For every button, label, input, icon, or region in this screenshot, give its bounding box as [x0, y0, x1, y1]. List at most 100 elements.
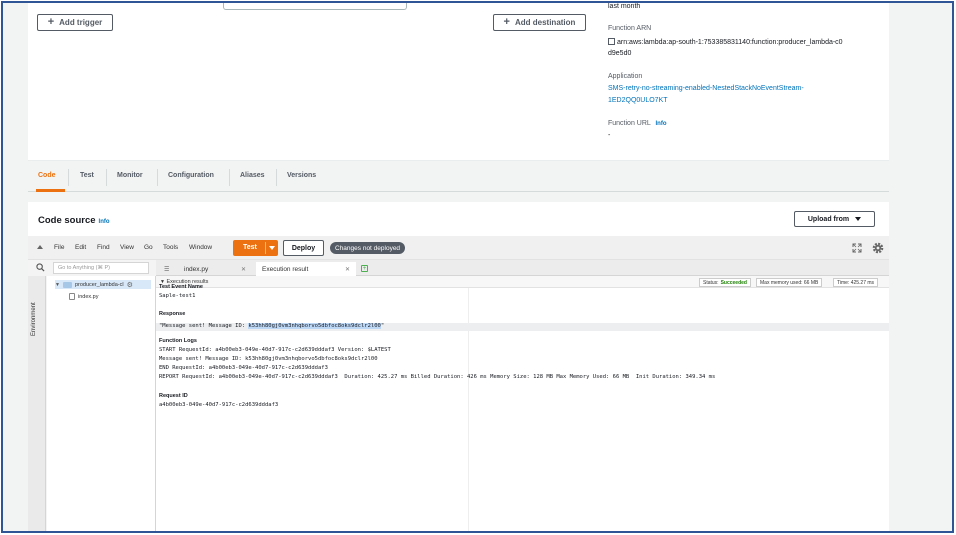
test-button[interactable]: Test [233, 240, 278, 256]
editor-tab-bar: ☰ index.py ✕ Execution result ✕ + [156, 260, 889, 276]
request-id-value: a4b00eb3-049e-40d7-917c-c2d639dddaf3 [159, 402, 279, 408]
close-icon[interactable]: ✕ [345, 266, 350, 273]
menu-window[interactable]: Window [189, 244, 212, 251]
new-tab-icon[interactable]: + [361, 265, 368, 272]
caret-down-icon[interactable] [269, 246, 275, 250]
copy-icon[interactable] [608, 38, 615, 45]
function-url-value: - [608, 132, 611, 139]
tab-test[interactable]: Test [80, 172, 94, 179]
response-prefix: "Message sent! Message ID: [159, 323, 249, 329]
log-line: START RequestId: a4b00eb3-049e-40d7-917c… [159, 347, 391, 353]
application-link-line2[interactable]: 1ED2QQ0ULO7KT [608, 97, 668, 104]
close-icon[interactable]: ✕ [241, 266, 246, 273]
menu-go[interactable]: Go [144, 244, 153, 251]
tab-code[interactable]: Code [38, 172, 56, 179]
execution-results-pane: ▼ Execution results Status: Succeeded Max… [156, 276, 889, 531]
function-overview: + Add trigger + Add destination last mon… [28, 3, 889, 161]
menu-find[interactable]: Find [97, 244, 110, 251]
fullscreen-icon[interactable] [852, 243, 862, 253]
last-modified-value: last month [608, 3, 641, 10]
request-id-label: Request ID [159, 393, 188, 399]
environment-sidebar-toggle[interactable]: Environment [28, 276, 46, 531]
code-source-title: Code source Info [38, 215, 110, 226]
goto-anything-bar: Go to Anything (⌘ P) [28, 260, 156, 276]
memory-badge: Max memory used: 66 MB [756, 278, 823, 287]
tree-folder-label: producer_lambda-cl [74, 281, 124, 288]
tab-aliases[interactable]: Aliases [240, 172, 265, 179]
tree-file-label: index.py [78, 293, 99, 300]
status-label: Status: [703, 279, 719, 286]
function-diagram-box [223, 3, 407, 10]
function-arn-line2: d9e5d0 [608, 50, 632, 57]
function-logs-label: Function Logs [159, 338, 197, 344]
editor-tab-execution-result[interactable]: Execution result ✕ [256, 262, 356, 276]
menu-file[interactable]: File [54, 244, 64, 251]
tab-menu-button[interactable]: ☰ [158, 262, 175, 276]
goto-anything-placeholder: Go to Anything (⌘ P) [58, 265, 110, 271]
function-url-info-link[interactable]: Info [656, 121, 667, 127]
upload-from-button[interactable]: Upload from [794, 211, 875, 227]
log-line: END RequestId: a4b00eb3-049e-40d7-917c-c… [159, 365, 328, 371]
time-badge: Time: 425.27 ms [833, 278, 879, 287]
tab-divider [106, 169, 107, 186]
test-label: Test [243, 244, 257, 251]
function-arn-label: Function ARN [608, 25, 652, 32]
add-trigger-button[interactable]: + Add trigger [37, 14, 113, 31]
function-url-text: Function URL [608, 120, 651, 127]
function-arn-line1: arn:aws:lambda:ap-south-1:753385831140:f… [617, 39, 843, 46]
plus-icon: + [503, 16, 510, 28]
function-tabs: Code Test Monitor Configuration Aliases … [28, 161, 889, 192]
active-tab-indicator [36, 189, 65, 192]
upload-from-label: Upload from [807, 215, 850, 223]
split-divider [265, 242, 266, 254]
folder-icon [62, 281, 72, 288]
menu-tools[interactable]: Tools [163, 244, 178, 251]
tab-divider [157, 169, 158, 186]
execution-results-header: ▼ Execution results Status: Succeeded Max… [156, 276, 889, 288]
status-badge: Status: Succeeded [699, 278, 751, 287]
add-destination-label: Add destination [514, 18, 576, 27]
changes-not-deployed-badge: Changes not deployed [330, 242, 406, 254]
tab-versions[interactable]: Versions [287, 172, 316, 179]
function-url-label: Function URL Info [608, 120, 667, 127]
gear-icon[interactable]: ⚙ [127, 281, 133, 289]
response-message-id: k53hh80gj0vm3nhqborvo5dbfoc8oks9dclr2l00 [248, 323, 381, 329]
tab-divider [229, 169, 230, 186]
response-suffix: " [380, 323, 385, 329]
log-line: REPORT RequestId: a4b00eb3-049e-40d7-917… [159, 374, 716, 380]
search-icon [36, 263, 45, 272]
expand-triangle-icon[interactable]: ▼ [55, 282, 60, 288]
application-link-line1[interactable]: SMS-retry-no-streaming-enabled-NestedSta… [608, 85, 804, 92]
test-event-name-value: Saple-test1 [159, 293, 196, 299]
python-file-icon [69, 293, 75, 300]
menu-view[interactable]: View [120, 244, 134, 251]
add-trigger-label: Add trigger [59, 18, 103, 27]
code-source-info-link[interactable]: Info [99, 219, 110, 225]
list-icon: ☰ [164, 266, 170, 273]
editor-tab-label: Execution result [262, 265, 309, 273]
add-destination-button[interactable]: + Add destination [493, 14, 586, 31]
tab-monitor[interactable]: Monitor [117, 172, 143, 179]
function-arn-value: arn:aws:lambda:ap-south-1:753385831140:f… [608, 38, 843, 46]
goto-anything-input[interactable]: Go to Anything (⌘ P) [53, 262, 149, 274]
file-tree: ▼ producer_lambda-cl ⚙ index.py [47, 276, 156, 531]
menu-edit[interactable]: Edit [75, 244, 86, 251]
response-value: "Message sent! Message ID: k53hh80gj0vm3… [159, 323, 384, 329]
test-event-name-label: Test Event Name [159, 284, 203, 290]
tree-folder-item[interactable]: ▼ producer_lambda-cl ⚙ [55, 280, 151, 289]
tab-configuration[interactable]: Configuration [168, 172, 214, 179]
deploy-button[interactable]: Deploy [283, 240, 324, 256]
gear-icon[interactable] [871, 241, 885, 255]
code-source-panel: Code source Info Upload from File Edit Fi… [28, 202, 889, 531]
caret-down-icon [855, 217, 862, 221]
plus-icon: + [47, 16, 55, 28]
tab-divider [68, 169, 69, 186]
application-label: Application [608, 73, 643, 80]
tab-divider [276, 169, 277, 186]
tree-file-item[interactable]: index.py [69, 293, 99, 300]
editor-tab-index-py[interactable]: index.py ✕ [178, 262, 252, 276]
editor-tab-label: index.py [184, 265, 209, 273]
console-page: + Add trigger + Add destination last mon… [3, 3, 952, 531]
collapse-arrow-icon[interactable] [37, 245, 43, 249]
status-value: Succeeded [720, 279, 747, 286]
